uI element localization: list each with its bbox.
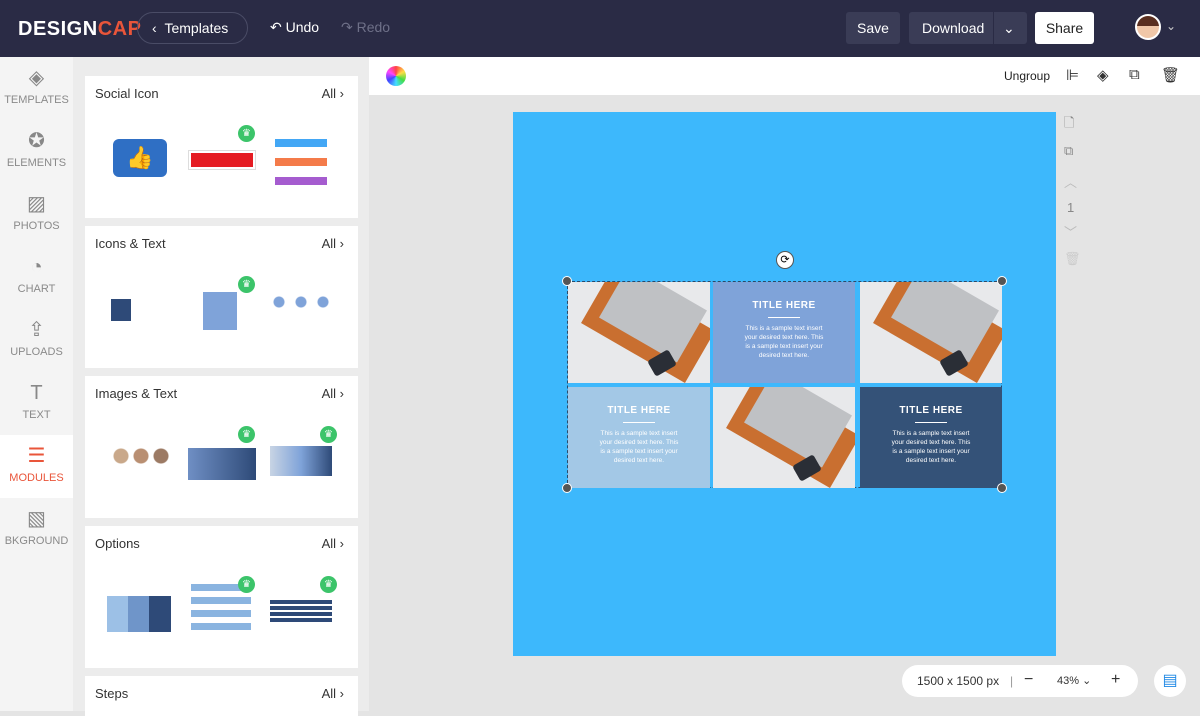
section-title: Icons & Text [95,236,166,251]
buttons-module[interactable] [275,139,327,187]
premium-badge-icon: ♛ [238,276,255,293]
logo: DESIGNCAP [18,18,142,40]
module-section-social-icon: Social Icon All › 👍 ♛ [85,76,358,218]
see-all-link[interactable]: All › [322,686,344,701]
save-button[interactable]: Save [846,12,900,44]
divider: | [1010,674,1014,688]
sidebar-item-photos[interactable]: ▨ PHOTOS [0,183,73,246]
zoom-out-button[interactable]: − [1024,671,1033,689]
redo-button[interactable]: ↷ Redo [341,19,390,36]
download-button[interactable]: Download ⌄ [909,12,1027,44]
text-cell[interactable]: TITLE HERE This is a sample text insert y… [860,387,1002,488]
chevron-down-icon[interactable]: ⌄ [1003,12,1015,44]
module-section-options: Options All › ♛ ♛ [85,526,358,668]
premium-badge-icon: ♛ [238,125,255,142]
icons-text-module-1[interactable] [111,299,167,321]
ungroup-button[interactable]: Ungroup [1004,69,1050,83]
section-title: Images & Text [95,386,178,401]
sidebar-item-text[interactable]: T TEXT [0,372,73,435]
premium-badge-icon: ♛ [238,576,255,593]
icons-text-module-3[interactable] [271,296,331,320]
rotate-handle-icon[interactable]: ⟳ [776,251,794,269]
page-size: 1500 x 1500 px [917,674,1000,688]
color-wheel-icon[interactable] [386,66,406,86]
resize-handle[interactable] [562,276,572,286]
resize-handle[interactable] [997,276,1007,286]
sidebar-item-modules[interactable]: ☰ MODULES [0,435,73,498]
templates-back-button[interactable]: ‹ Templates [137,12,248,44]
sidebar: ◈ TEMPLATES ✪ ELEMENTS ▨ PHOTOS ◔ CHART ⇪ UPL… [0,57,73,711]
premium-badge-icon: ♛ [320,426,337,443]
image-icon: ▨ [27,193,46,215]
resize-handle[interactable] [997,483,1007,493]
premium-badge-icon: ♛ [320,576,337,593]
layers-icon: ◈ [28,67,45,89]
text-cell[interactable]: TITLE HERE This is a sample text insert y… [713,282,855,383]
sidebar-item-elements[interactable]: ✪ ELEMENTS [0,120,73,183]
page-number: 1 [1067,200,1075,215]
images-text-module-1[interactable] [113,448,169,464]
sidebar-item-uploads[interactable]: ⇪ UPLOADS [0,309,73,372]
photo-cell[interactable] [568,282,710,383]
images-text-module-2[interactable] [188,448,256,480]
see-all-link[interactable]: All › [322,86,344,101]
duplicate-icon[interactable]: ⧉ [1129,66,1140,83]
page-up-icon[interactable]: ︿ [1064,172,1077,191]
add-page-icon[interactable]: 🗋 [1064,114,1074,136]
avatar[interactable] [1135,14,1161,40]
resize-handle[interactable] [562,483,572,493]
subscribe-module[interactable] [188,150,256,170]
page-down-icon[interactable]: ﹀ [1064,222,1077,241]
align-icon[interactable]: ⊫ [1066,66,1079,84]
module-section-icons-text: Icons & Text All › ♛ [85,226,358,368]
background-icon: ▧ [27,508,46,530]
premium-badge-icon: ♛ [238,426,255,443]
chevron-left-icon: ‹ [152,20,165,36]
options-module-1[interactable] [107,596,171,632]
section-title: Steps [95,686,129,701]
modules-panel: Social Icon All › 👍 ♛ Icons & Text All ›… [73,57,369,716]
top-bar: DESIGNCAP ‹ Templates ↶ Undo ↷ Redo Save… [0,0,1200,57]
see-all-link[interactable]: All › [322,236,344,251]
chevron-down-icon[interactable]: ⌄ [1166,19,1176,33]
star-icon: ✪ [28,130,45,152]
sidebar-item-templates[interactable]: ◈ TEMPLATES [0,57,73,120]
undo-button[interactable]: ↶ Undo [270,19,319,36]
pie-chart-icon: ◔ [30,256,43,278]
text-icon: T [30,382,43,404]
module-section-images-text: Images & Text All › ♛ ♛ [85,376,358,518]
copy-page-icon[interactable]: ⧉ [1064,143,1073,159]
section-title: Options [95,536,140,551]
canvas-toolbar: Ungroup ⊫ ◈ ⧉ 🗑 [369,57,1200,95]
thumbs-up-module[interactable]: 👍 [113,139,167,177]
icons-text-module-2[interactable] [203,292,237,330]
section-title: Social Icon [95,86,159,101]
sidebar-item-background[interactable]: ▧ BKGROUND [0,498,73,561]
share-button[interactable]: Share [1035,12,1094,44]
delete-page-icon[interactable]: 🗑 [1064,251,1081,267]
redo-icon: ↷ [341,19,357,35]
see-all-link[interactable]: All › [322,386,344,401]
trash-icon[interactable]: 🗑 [1161,66,1180,84]
photo-cell[interactable] [860,282,1002,383]
chat-icon[interactable]: ▤ [1154,665,1186,697]
zoom-in-button[interactable]: + [1111,671,1120,689]
text-cell[interactable]: TITLE HERE This is a sample text insert y… [568,387,710,488]
options-module-3[interactable] [270,600,332,622]
list-icon: ☰ [27,445,46,467]
layers-icon[interactable]: ◈ [1097,66,1109,84]
zoom-select[interactable]: 43% ⌄ [1057,674,1091,687]
undo-icon: ↶ [270,19,286,35]
upload-icon: ⇪ [28,319,45,341]
sidebar-item-chart[interactable]: ◔ CHART [0,246,73,309]
zoom-control: 1500 x 1500 px | − 43% ⌄ + [902,665,1138,697]
see-all-link[interactable]: All › [322,536,344,551]
module-section-steps: Steps All › [85,676,358,716]
photo-cell[interactable] [713,387,855,488]
images-text-module-3[interactable] [270,446,332,476]
